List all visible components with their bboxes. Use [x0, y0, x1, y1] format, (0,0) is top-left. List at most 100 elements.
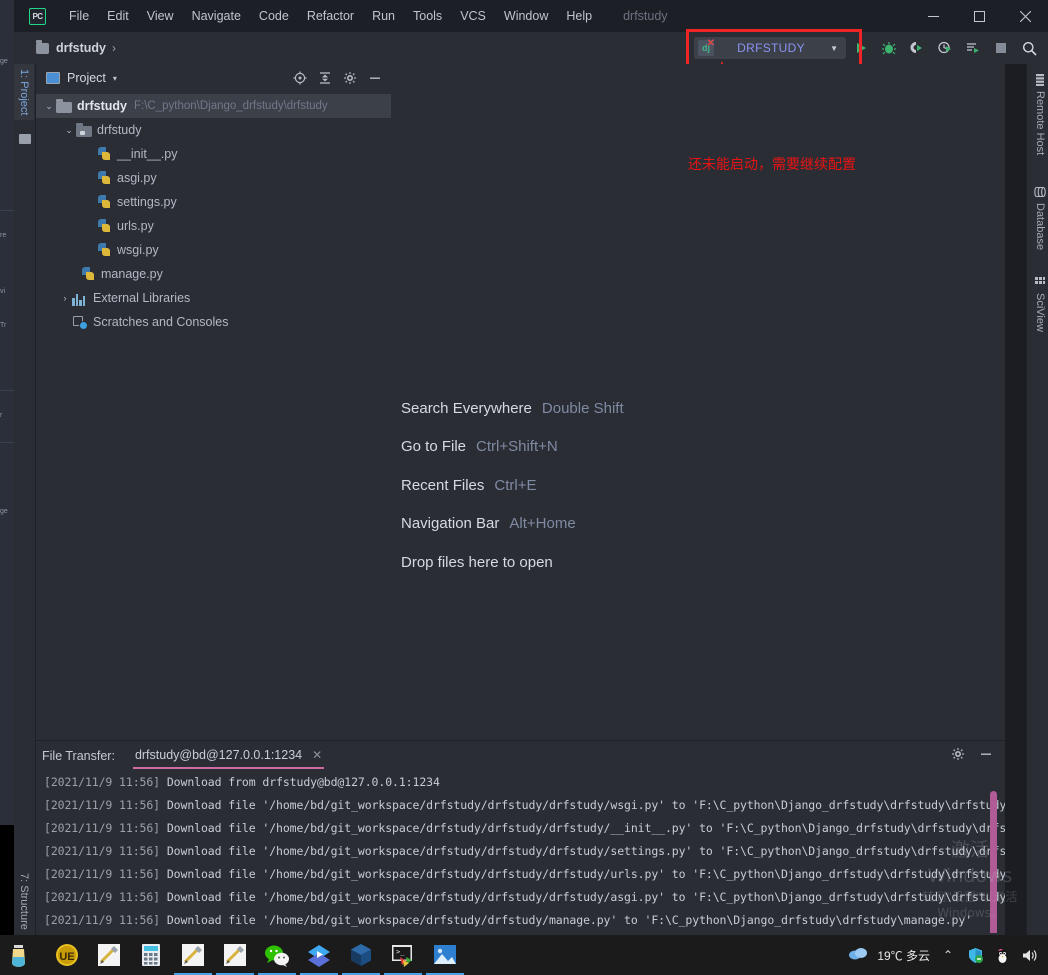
sidebar-item-remote-host[interactable]: Remote Host — [1034, 74, 1046, 155]
taskbar-tool-3[interactable] — [216, 940, 254, 975]
log-line: [2021/11/9 11:56] Download file '/home/b… — [44, 886, 1005, 909]
menu-edit[interactable]: Edit — [98, 5, 138, 27]
twisty-icon[interactable]: ⌄ — [42, 101, 56, 112]
tree-item-wsgi-py[interactable]: wsgi.py — [36, 238, 391, 262]
menu-window[interactable]: Window — [495, 5, 557, 27]
profile-button[interactable] — [932, 35, 958, 61]
menu-file[interactable]: File — [60, 5, 98, 27]
svg-text:UE: UE — [59, 951, 74, 963]
weather-label[interactable]: 19℃ 多云 — [877, 947, 930, 964]
tree-item-drfstudy-module[interactable]: ⌄ drfstudy — [36, 118, 391, 142]
tree-item-label: settings.py — [117, 195, 177, 209]
tree-item-drfstudy-root[interactable]: ⌄ drfstudy F:\C_python\Django_drfstudy\d… — [36, 94, 391, 118]
taskbar-wechat[interactable] — [258, 940, 296, 975]
menu-view[interactable]: View — [138, 5, 183, 27]
sidebar-item-label: SciView — [1034, 293, 1046, 332]
run-coverage-button[interactable] — [904, 35, 930, 61]
file-transfer-tab[interactable]: drfstudy@bd@127.0.0.1:1234 ✕ — [132, 743, 325, 769]
tree-item-manage-py[interactable]: manage.py — [36, 262, 391, 286]
log-scrollbar[interactable] — [990, 791, 997, 933]
file-transfer-header: File Transfer: drfstudy@bd@127.0.0.1:123… — [36, 741, 1005, 771]
hide-panel-icon[interactable] — [979, 747, 993, 766]
project-tool-window: Project ▾ ⌄ drfstudy F:\C_python\Django_… — [36, 64, 391, 740]
stop-button[interactable] — [988, 35, 1014, 61]
menu-code[interactable]: Code — [250, 5, 298, 27]
menu-navigate[interactable]: Navigate — [183, 5, 250, 27]
run-config-label: DRFSTUDY — [737, 41, 805, 55]
taskbar-virtualbox[interactable] — [342, 940, 380, 975]
hint-shortcut-label: Ctrl+Shift+N — [476, 438, 558, 456]
editor-hints: Search Everywhere Double Shift Go to Fil… — [401, 389, 624, 582]
twisty-icon[interactable]: ⌄ — [62, 125, 76, 136]
run-configuration-selector[interactable]: dj ✕ DRFSTUDY ▼ — [686, 29, 862, 67]
log-text: Download file '/home/bd/git_workspace/dr… — [166, 844, 1005, 858]
tree-item-label: __init__.py — [117, 147, 178, 161]
taskbar-terminal[interactable]: >_ — [384, 940, 422, 975]
weather-cloud-icon — [848, 945, 868, 966]
hint-shortcut-label: Ctrl+E — [494, 476, 537, 494]
hint-shortcut-label: Double Shift — [541, 399, 624, 417]
sidebar-item-database[interactable]: Database — [1034, 186, 1046, 250]
taskbar-editor[interactable] — [300, 940, 338, 975]
tree-item-label: External Libraries — [93, 291, 191, 305]
twisty-icon[interactable]: › — [58, 293, 72, 303]
settings-gear-icon[interactable] — [951, 747, 965, 766]
hint-drop-files: Drop files here to open — [401, 543, 624, 582]
menu-tools[interactable]: Tools — [404, 5, 451, 27]
search-icon[interactable] — [1016, 35, 1042, 61]
minimize-button[interactable] — [910, 0, 956, 32]
menu-run[interactable]: Run — [363, 5, 404, 27]
python-file-icon — [96, 170, 112, 186]
editor-empty-area: 还未能启动，需要继续配置 Search Everywhere Double Sh… — [391, 64, 1005, 740]
chevron-up-icon[interactable]: ⌃ — [939, 946, 957, 964]
hint-action-label: Navigation Bar — [401, 515, 500, 533]
close-button[interactable] — [1002, 0, 1048, 32]
tree-item-external-libraries[interactable]: › External Libraries — [36, 286, 391, 310]
debug-button[interactable] — [876, 35, 902, 61]
taskbar-photos[interactable] — [426, 940, 464, 975]
log-text: Download file '/home/bd/git_workspace/dr… — [166, 821, 1005, 835]
security-shield-icon[interactable] — [966, 946, 984, 964]
log-timestamp: [2021/11/9 11:56] — [44, 821, 161, 835]
file-transfer-log[interactable]: [2021/11/9 11:56] Download from drfstudy… — [36, 771, 1005, 933]
taskbar-calculator[interactable] — [136, 940, 166, 970]
project-folder-icon — [19, 134, 31, 144]
run-button[interactable] — [848, 35, 874, 61]
breadcrumb-project[interactable]: drfstudy — [56, 41, 106, 55]
python-file-icon — [96, 218, 112, 234]
maximize-button[interactable] — [956, 0, 1002, 32]
start-icon[interactable] — [0, 935, 40, 975]
qq-penguin-icon[interactable] — [993, 946, 1011, 964]
menu-refactor[interactable]: Refactor — [298, 5, 363, 27]
tree-item-init-py[interactable]: __init__.py — [36, 142, 391, 166]
sidebar-item-sciview[interactable]: SciView — [1034, 276, 1046, 332]
sidebar-item-label: Database — [1034, 203, 1046, 251]
settings-gear-icon[interactable] — [342, 70, 358, 86]
hint-recent-files: Recent Files Ctrl+E — [401, 466, 624, 505]
annotation-text: 还未能启动，需要继续配置 — [688, 157, 856, 173]
hide-panel-icon[interactable] — [367, 70, 383, 86]
menu-help[interactable]: Help — [557, 5, 601, 27]
run-with-console-button[interactable] — [960, 35, 986, 61]
python-file-icon — [96, 146, 112, 162]
sidebar-item-project[interactable]: 1: Project — [14, 64, 34, 121]
right-tool-strip: Remote Host Database SciView — [1026, 64, 1048, 935]
menu-vcs[interactable]: VCS — [451, 5, 495, 27]
left-tool-strip: 1: Project 7: Structure — [14, 64, 36, 935]
tree-item-scratches-consoles[interactable]: Scratches and Consoles — [36, 310, 391, 334]
taskbar-tool-2[interactable] — [174, 940, 212, 975]
sidebar-item-structure[interactable]: 7: Structure — [14, 868, 34, 935]
chevron-down-icon[interactable]: ▾ — [113, 74, 117, 83]
collapse-all-icon[interactable] — [317, 70, 333, 86]
taskbar-ultraedit[interactable]: UE — [52, 940, 82, 970]
log-text: Download file '/home/bd/git_workspace/dr… — [166, 798, 1005, 812]
locate-icon[interactable] — [292, 70, 308, 86]
close-icon[interactable]: ✕ — [312, 748, 322, 762]
volume-icon[interactable] — [1020, 946, 1038, 964]
chevron-down-icon: ▼ — [830, 43, 838, 53]
tree-item-urls-py[interactable]: urls.py — [36, 214, 391, 238]
tree-item-settings-py[interactable]: settings.py — [36, 190, 391, 214]
tree-item-asgi-py[interactable]: asgi.py — [36, 166, 391, 190]
tree-item-label: drfstudy — [97, 123, 142, 137]
taskbar-tool-1[interactable] — [94, 940, 124, 970]
